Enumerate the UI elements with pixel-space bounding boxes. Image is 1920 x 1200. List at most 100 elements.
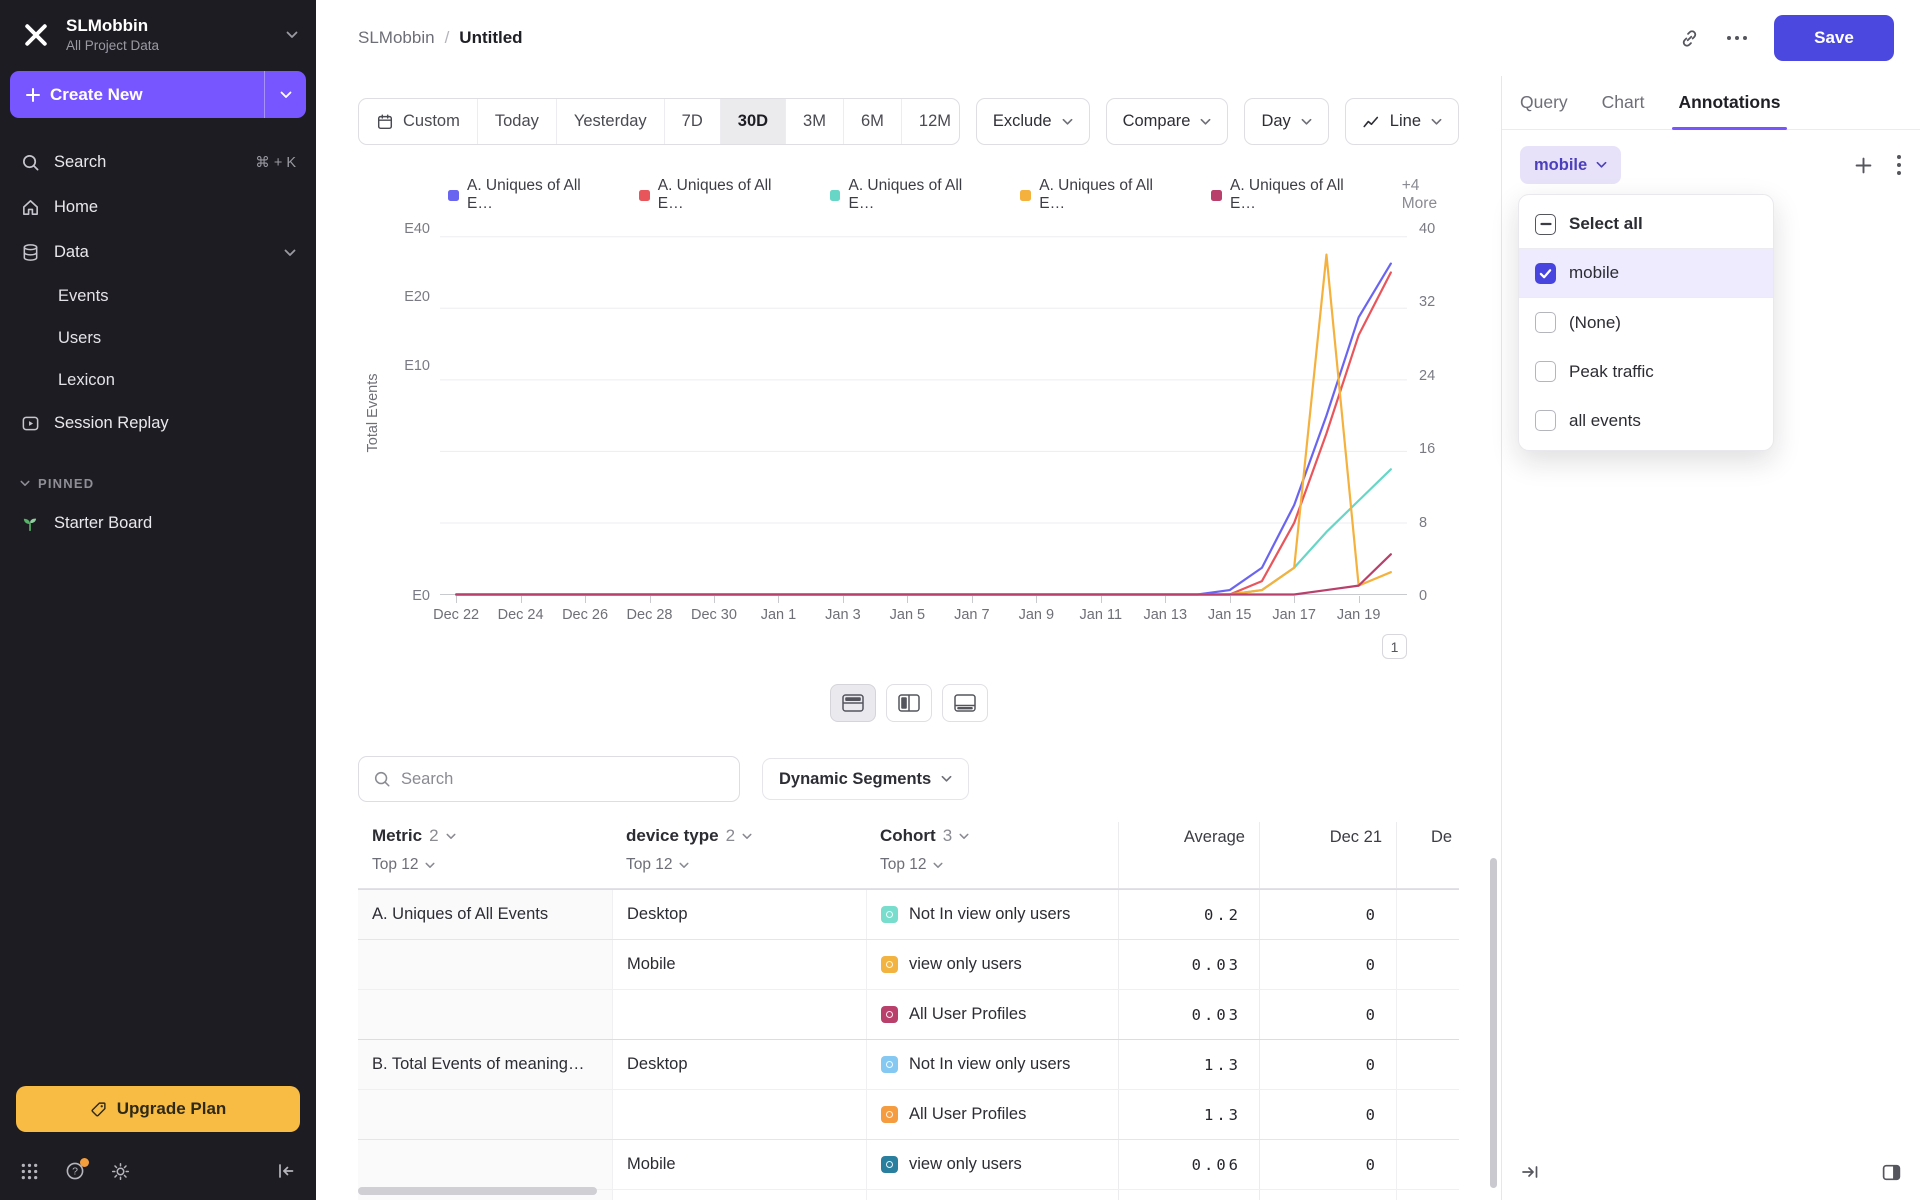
date-range-label: 30D xyxy=(737,112,769,130)
table-row[interactable]: A. Uniques of All Events Desktop Not In vi… xyxy=(358,889,1459,940)
granularity-dropdown[interactable]: Day xyxy=(1244,98,1329,145)
legend-item[interactable]: A. Uniques of All E… xyxy=(638,177,802,213)
gear-icon[interactable] xyxy=(111,1162,130,1181)
tab-query[interactable]: Query xyxy=(1520,76,1568,129)
legend-page-indicator[interactable]: 1 xyxy=(1382,634,1407,660)
date-range-3m[interactable]: 3M xyxy=(785,99,843,144)
more-options-button[interactable] xyxy=(1726,35,1748,41)
legend-item[interactable]: A. Uniques of All E… xyxy=(448,177,611,213)
table-search-input[interactable] xyxy=(401,769,725,789)
annotation-menu-button[interactable] xyxy=(1896,154,1902,176)
upgrade-plan-button[interactable]: Upgrade Plan xyxy=(16,1086,300,1132)
collapse-sidebar-icon[interactable] xyxy=(276,1161,296,1181)
compare-dropdown[interactable]: Compare xyxy=(1105,98,1229,145)
chart-type-dropdown[interactable]: Line xyxy=(1344,98,1459,145)
create-new-chevron[interactable] xyxy=(264,71,306,118)
x-axis-label: Dec 24 xyxy=(497,607,544,624)
view-toggle-split-vertical[interactable] xyxy=(885,684,932,723)
upgrade-plan-label: Upgrade Plan xyxy=(116,1099,227,1118)
table-row[interactable]: Mobile view only users 0.03 0 xyxy=(358,939,1459,990)
checkbox[interactable] xyxy=(1535,361,1556,382)
data-submenu: Events Users Lexicon xyxy=(0,275,316,401)
column-header-device-type[interactable]: device type 2 Top 12 xyxy=(612,822,866,888)
skip-to-end-button[interactable] xyxy=(1520,1162,1540,1182)
x-axis-tick xyxy=(778,596,780,604)
dec22-partial-cell xyxy=(1396,890,1459,940)
data-expand-chevron[interactable] xyxy=(284,249,296,257)
seedling-icon xyxy=(20,515,40,533)
date-range-6m[interactable]: 6M xyxy=(842,99,901,144)
sidebar-item-events[interactable]: Events xyxy=(0,275,316,317)
line-chart-plot[interactable]: Dec 22 Dec 24 Dec 26 Dec 28 Dec 30 Jan 1 Jan 3… xyxy=(433,229,1407,623)
apps-grid-icon[interactable] xyxy=(20,1162,39,1181)
select-all-option[interactable]: Select all xyxy=(1519,200,1773,249)
sidebar-item-users[interactable]: Users xyxy=(0,317,316,359)
dec21-value: 0 xyxy=(1259,990,1396,1040)
sub-item-label: Users xyxy=(58,328,102,347)
breadcrumb-current[interactable]: Untitled xyxy=(459,28,522,48)
share-link-button[interactable] xyxy=(1679,28,1700,49)
legend-item[interactable]: A. Uniques of All E… xyxy=(829,177,993,213)
create-new-button[interactable]: Create New xyxy=(10,71,306,118)
sidebar-item-home[interactable]: Home xyxy=(0,185,316,230)
date-range-today[interactable]: Today xyxy=(476,99,556,144)
pinned-section-header[interactable]: PINNED xyxy=(0,446,316,501)
date-range-yesterday[interactable]: Yesterday xyxy=(555,99,664,144)
table-search[interactable] xyxy=(358,756,740,803)
sidebar-item-search[interactable]: Search ⌘ + K xyxy=(0,140,316,185)
annotation-option-peak-traffic[interactable]: Peak traffic xyxy=(1519,347,1773,396)
toggle-side-panel-button[interactable] xyxy=(1881,1162,1902,1183)
sub-item-label: Lexicon xyxy=(58,370,115,389)
save-button[interactable]: Save xyxy=(1774,15,1894,61)
sidebar-item-lexicon[interactable]: Lexicon xyxy=(0,359,316,401)
add-annotation-button[interactable] xyxy=(1855,157,1872,174)
annotation-filter-chip[interactable]: mobile xyxy=(1520,146,1622,184)
table-row[interactable]: B. Total Events of meaning… Desktop Not In… xyxy=(358,1039,1459,1090)
checkbox[interactable] xyxy=(1535,410,1556,431)
workspace-switcher[interactable]: SLMobbin All Project Data xyxy=(0,0,316,67)
date-range-12m[interactable]: 12M xyxy=(900,99,959,144)
breadcrumb: SLMobbin / Untitled xyxy=(358,28,523,48)
dec21-value: 0 xyxy=(1259,890,1396,940)
device-top-filter[interactable]: Top 12 xyxy=(626,856,852,874)
table-row[interactable]: All User Profiles 1.3 0 xyxy=(358,1089,1459,1140)
sidebar-item-starter-board[interactable]: Starter Board xyxy=(0,501,316,546)
table-row[interactable]: Mobile view only users 0.06 0 xyxy=(358,1139,1459,1190)
annotation-option-all-events[interactable]: all events xyxy=(1519,396,1773,445)
table-vertical-scrollbar[interactable] xyxy=(1490,858,1497,1188)
sidebar-item-data[interactable]: Data xyxy=(0,230,316,275)
view-toggle-bottom-dock[interactable] xyxy=(941,684,988,723)
annotation-option-none[interactable]: (None) xyxy=(1519,298,1773,347)
view-toggle-split-horizontal[interactable] xyxy=(829,684,876,723)
chart-legend: A. Uniques of All E… A. Uniques of All E…… xyxy=(448,177,1459,213)
metric-top-filter[interactable]: Top 12 xyxy=(372,856,598,874)
legend-more[interactable]: +4 More xyxy=(1402,177,1459,213)
date-range-7d[interactable]: 7D xyxy=(663,99,720,144)
legend-item[interactable]: A. Uniques of All E… xyxy=(1020,177,1183,213)
sidebar-item-session-replay[interactable]: Session Replay xyxy=(0,401,316,446)
table-row[interactable]: All User Profiles 0.03 0 xyxy=(358,989,1459,1040)
line-chart-canvas[interactable] xyxy=(440,229,1407,596)
table-horizontal-scrollbar[interactable] xyxy=(358,1187,597,1195)
checkbox[interactable] xyxy=(1535,312,1556,333)
help-icon[interactable]: ? xyxy=(65,1158,89,1181)
average-value: 0.06 xyxy=(1118,1190,1259,1200)
cohort-top-filter[interactable]: Top 12 xyxy=(880,856,1104,874)
x-axis-tick xyxy=(1294,596,1296,604)
date-range-custom[interactable]: Custom xyxy=(359,99,477,144)
tab-chart[interactable]: Chart xyxy=(1602,76,1645,129)
column-header-metric[interactable]: Metric 2 Top 12 xyxy=(358,822,612,888)
checkbox[interactable] xyxy=(1535,262,1556,284)
breadcrumb-project[interactable]: SLMobbin xyxy=(358,28,435,48)
dynamic-segments-dropdown[interactable]: Dynamic Segments xyxy=(762,758,970,801)
annotation-option-mobile[interactable]: mobile xyxy=(1519,249,1773,298)
skip-right-icon xyxy=(1522,1166,1538,1178)
tab-annotations[interactable]: Annotations xyxy=(1672,76,1787,130)
exclude-dropdown[interactable]: Exclude xyxy=(975,98,1090,145)
select-all-checkbox[interactable] xyxy=(1535,213,1556,235)
legend-item[interactable]: A. Uniques of All E… xyxy=(1211,177,1374,213)
date-range-30d[interactable]: 30D xyxy=(719,99,786,144)
column-header-cohort[interactable]: Cohort 3 Top 12 xyxy=(866,822,1118,888)
metric-cell xyxy=(358,1140,612,1190)
device-type-cell: Mobile xyxy=(612,940,866,990)
